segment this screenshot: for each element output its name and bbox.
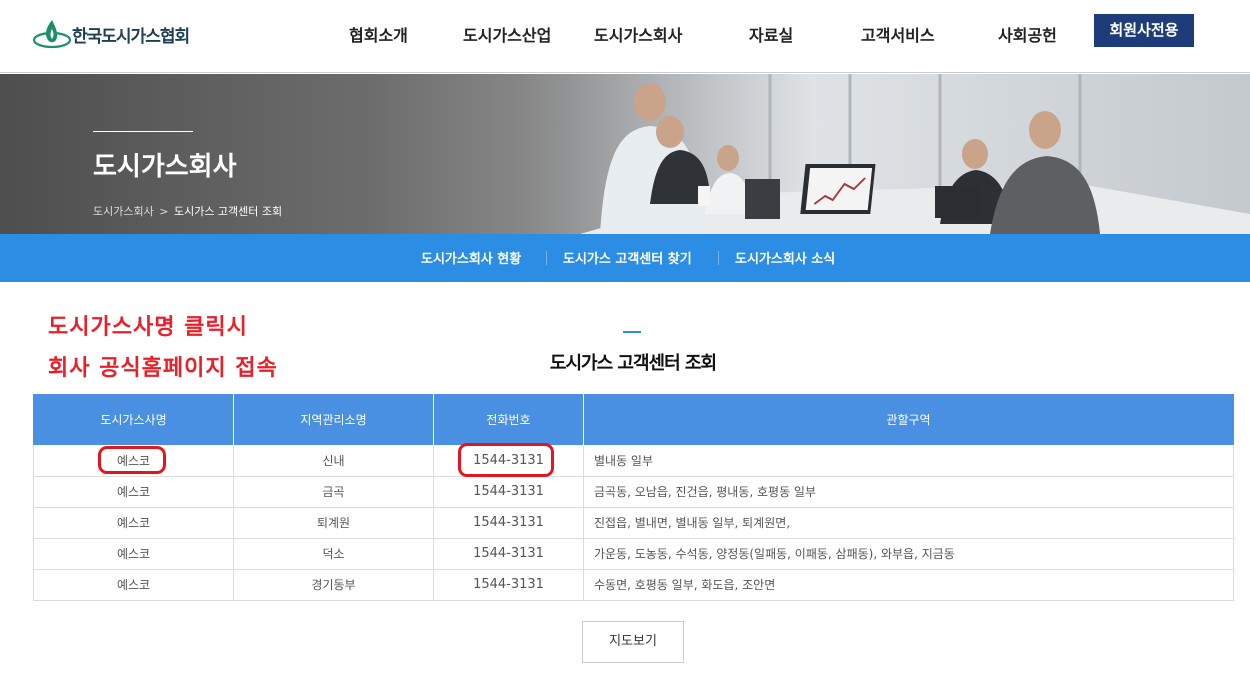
subnav-divider bbox=[546, 251, 547, 265]
breadcrumb: 도시가스회사 > 도시가스 고객센터 조회 bbox=[93, 203, 282, 219]
column-header-company: 도시가스사명 bbox=[33, 394, 234, 446]
hero-title-line bbox=[93, 131, 193, 132]
office-cell: 덕소 bbox=[233, 537, 434, 570]
breadcrumb-parent[interactable]: 도시가스회사 bbox=[93, 205, 154, 218]
annotation-line-1: 도시가스사명 클릭시 bbox=[48, 315, 248, 340]
area-cell: 가운동, 도농동, 수석동, 양정동(일패동, 이패동, 삼패동), 와부읍, … bbox=[583, 537, 1234, 570]
phone-cell: 1544-3131 bbox=[433, 475, 584, 508]
phone-cell: 1544-3131 bbox=[433, 537, 584, 570]
office-cell: 퇴계원 bbox=[233, 506, 434, 539]
nav-item-social-contribution[interactable]: 사회공헌 bbox=[998, 22, 1057, 46]
hero-banner: 도시가스회사 도시가스회사 > 도시가스 고객센터 조회 bbox=[0, 74, 1250, 234]
site-header: 한국도시가스협회 협회소개 도시가스산업 도시가스회사 자료실 고객서비스 사회… bbox=[0, 0, 1250, 73]
nav-item-library[interactable]: 자료실 bbox=[749, 22, 793, 46]
company-link[interactable]: 예스코 bbox=[117, 547, 150, 561]
section-title: 도시가스 고객센터 조회 bbox=[549, 353, 717, 374]
company-link[interactable]: 예스코 bbox=[117, 516, 150, 530]
company-link[interactable]: 예스코 bbox=[117, 578, 150, 592]
nav-item-industry[interactable]: 도시가스산업 bbox=[463, 22, 551, 46]
highlight-circle-company bbox=[98, 446, 166, 474]
company-cell: 예스코 bbox=[33, 537, 234, 570]
phone-cell: 1544-3131 bbox=[433, 506, 584, 539]
area-cell: 별내동 일부 bbox=[583, 444, 1234, 477]
table-row: 예스코 신내 1544-3131 별내동 일부 bbox=[33, 444, 1234, 477]
area-cell: 진접읍, 별내면, 별내동 일부, 퇴계원면, bbox=[583, 506, 1234, 539]
nav-item-about[interactable]: 협회소개 bbox=[349, 22, 408, 46]
highlight-circle-phone bbox=[458, 443, 554, 477]
site-logo[interactable]: 한국도시가스협회 bbox=[32, 16, 190, 52]
subnav-divider bbox=[718, 251, 719, 265]
table-row: 예스코 덕소 1544-3131 가운동, 도농동, 수석동, 양정동(일패동,… bbox=[33, 537, 1234, 570]
flame-logo-icon bbox=[32, 20, 72, 49]
table-header-row: 도시가스사명 지역관리소명 전화번호 관할구역 bbox=[33, 394, 1234, 446]
section-title-bar bbox=[623, 331, 641, 333]
column-header-area: 관할구역 bbox=[583, 394, 1234, 446]
column-header-office: 지역관리소명 bbox=[233, 394, 434, 446]
service-center-table: 도시가스사명 지역관리소명 전화번호 관할구역 예스코 신내 1544-3131… bbox=[33, 394, 1234, 601]
page-title: 도시가스회사 bbox=[93, 152, 237, 182]
sub-nav: 도시가스회사 현황 도시가스 고객센터 찾기 도시가스회사 소식 bbox=[0, 234, 1250, 282]
company-link[interactable]: 예스코 bbox=[117, 485, 150, 499]
office-meeting-photo bbox=[520, 74, 1250, 234]
member-only-button[interactable]: 회원사전용 bbox=[1094, 14, 1194, 47]
logo-text: 한국도시가스협회 bbox=[72, 26, 190, 47]
table-row: 예스코 경기동부 1544-3131 수동면, 호평동 일부, 화도읍, 조안면 bbox=[33, 568, 1234, 601]
breadcrumb-current: 도시가스 고객센터 조회 bbox=[173, 205, 283, 218]
area-cell: 수동면, 호평동 일부, 화도읍, 조안면 bbox=[583, 568, 1234, 601]
view-map-button[interactable]: 지도보기 bbox=[582, 621, 684, 663]
company-cell: 예스코 bbox=[33, 568, 234, 601]
office-cell: 신내 bbox=[233, 444, 434, 477]
company-cell: 예스코 bbox=[33, 506, 234, 539]
nav-item-customer-service[interactable]: 고객서비스 bbox=[861, 22, 935, 46]
phone-cell: 1544-3131 bbox=[433, 568, 584, 601]
nav-item-companies[interactable]: 도시가스회사 bbox=[594, 22, 682, 46]
table-row: 예스코 퇴계원 1544-3131 진접읍, 별내면, 별내동 일부, 퇴계원면… bbox=[33, 506, 1234, 539]
table-row: 예스코 금곡 1544-3131 금곡동, 오남읍, 진건읍, 평내동, 호평동… bbox=[33, 475, 1234, 508]
subnav-company-status[interactable]: 도시가스회사 현황 bbox=[421, 248, 521, 267]
column-header-phone: 전화번호 bbox=[433, 394, 584, 446]
subnav-company-news[interactable]: 도시가스회사 소식 bbox=[735, 248, 835, 267]
office-cell: 경기동부 bbox=[233, 568, 434, 601]
office-cell: 금곡 bbox=[233, 475, 434, 508]
company-cell: 예스코 bbox=[33, 475, 234, 508]
subnav-find-service-center[interactable]: 도시가스 고객센터 찾기 bbox=[563, 248, 692, 267]
breadcrumb-separator: > bbox=[159, 205, 169, 218]
area-cell: 금곡동, 오남읍, 진건읍, 평내동, 호평동 일부 bbox=[583, 475, 1234, 508]
